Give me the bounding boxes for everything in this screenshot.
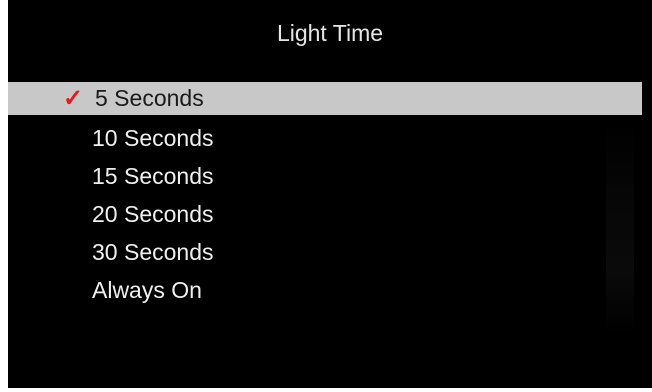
menu-item-30-seconds[interactable]: 30 Seconds: [8, 234, 652, 272]
menu-item-15-seconds[interactable]: 15 Seconds: [8, 158, 652, 196]
menu-item-label: 5 Seconds: [95, 85, 204, 111]
check-icon: ✓: [62, 85, 84, 112]
menu-item-label: 15 Seconds: [92, 163, 214, 189]
device-screen: Light Time ✓ 5 Seconds 10 Seconds 15 Sec…: [8, 0, 652, 388]
menu-item-always-on[interactable]: Always On: [8, 272, 652, 310]
menu-item-label: Always On: [92, 277, 202, 303]
screen-title: Light Time: [276, 20, 384, 46]
menu-item-label: 30 Seconds: [92, 239, 214, 265]
menu-item-label: 10 Seconds: [92, 125, 214, 151]
menu-item-5-seconds[interactable]: ✓ 5 Seconds: [8, 82, 642, 115]
scrollbar-track: [606, 120, 634, 335]
light-time-menu: ✓ 5 Seconds 10 Seconds 15 Seconds 20 Sec…: [8, 82, 652, 310]
menu-item-10-seconds[interactable]: 10 Seconds: [8, 120, 652, 158]
menu-item-label: 20 Seconds: [92, 201, 214, 227]
menu-item-20-seconds[interactable]: 20 Seconds: [8, 196, 652, 234]
